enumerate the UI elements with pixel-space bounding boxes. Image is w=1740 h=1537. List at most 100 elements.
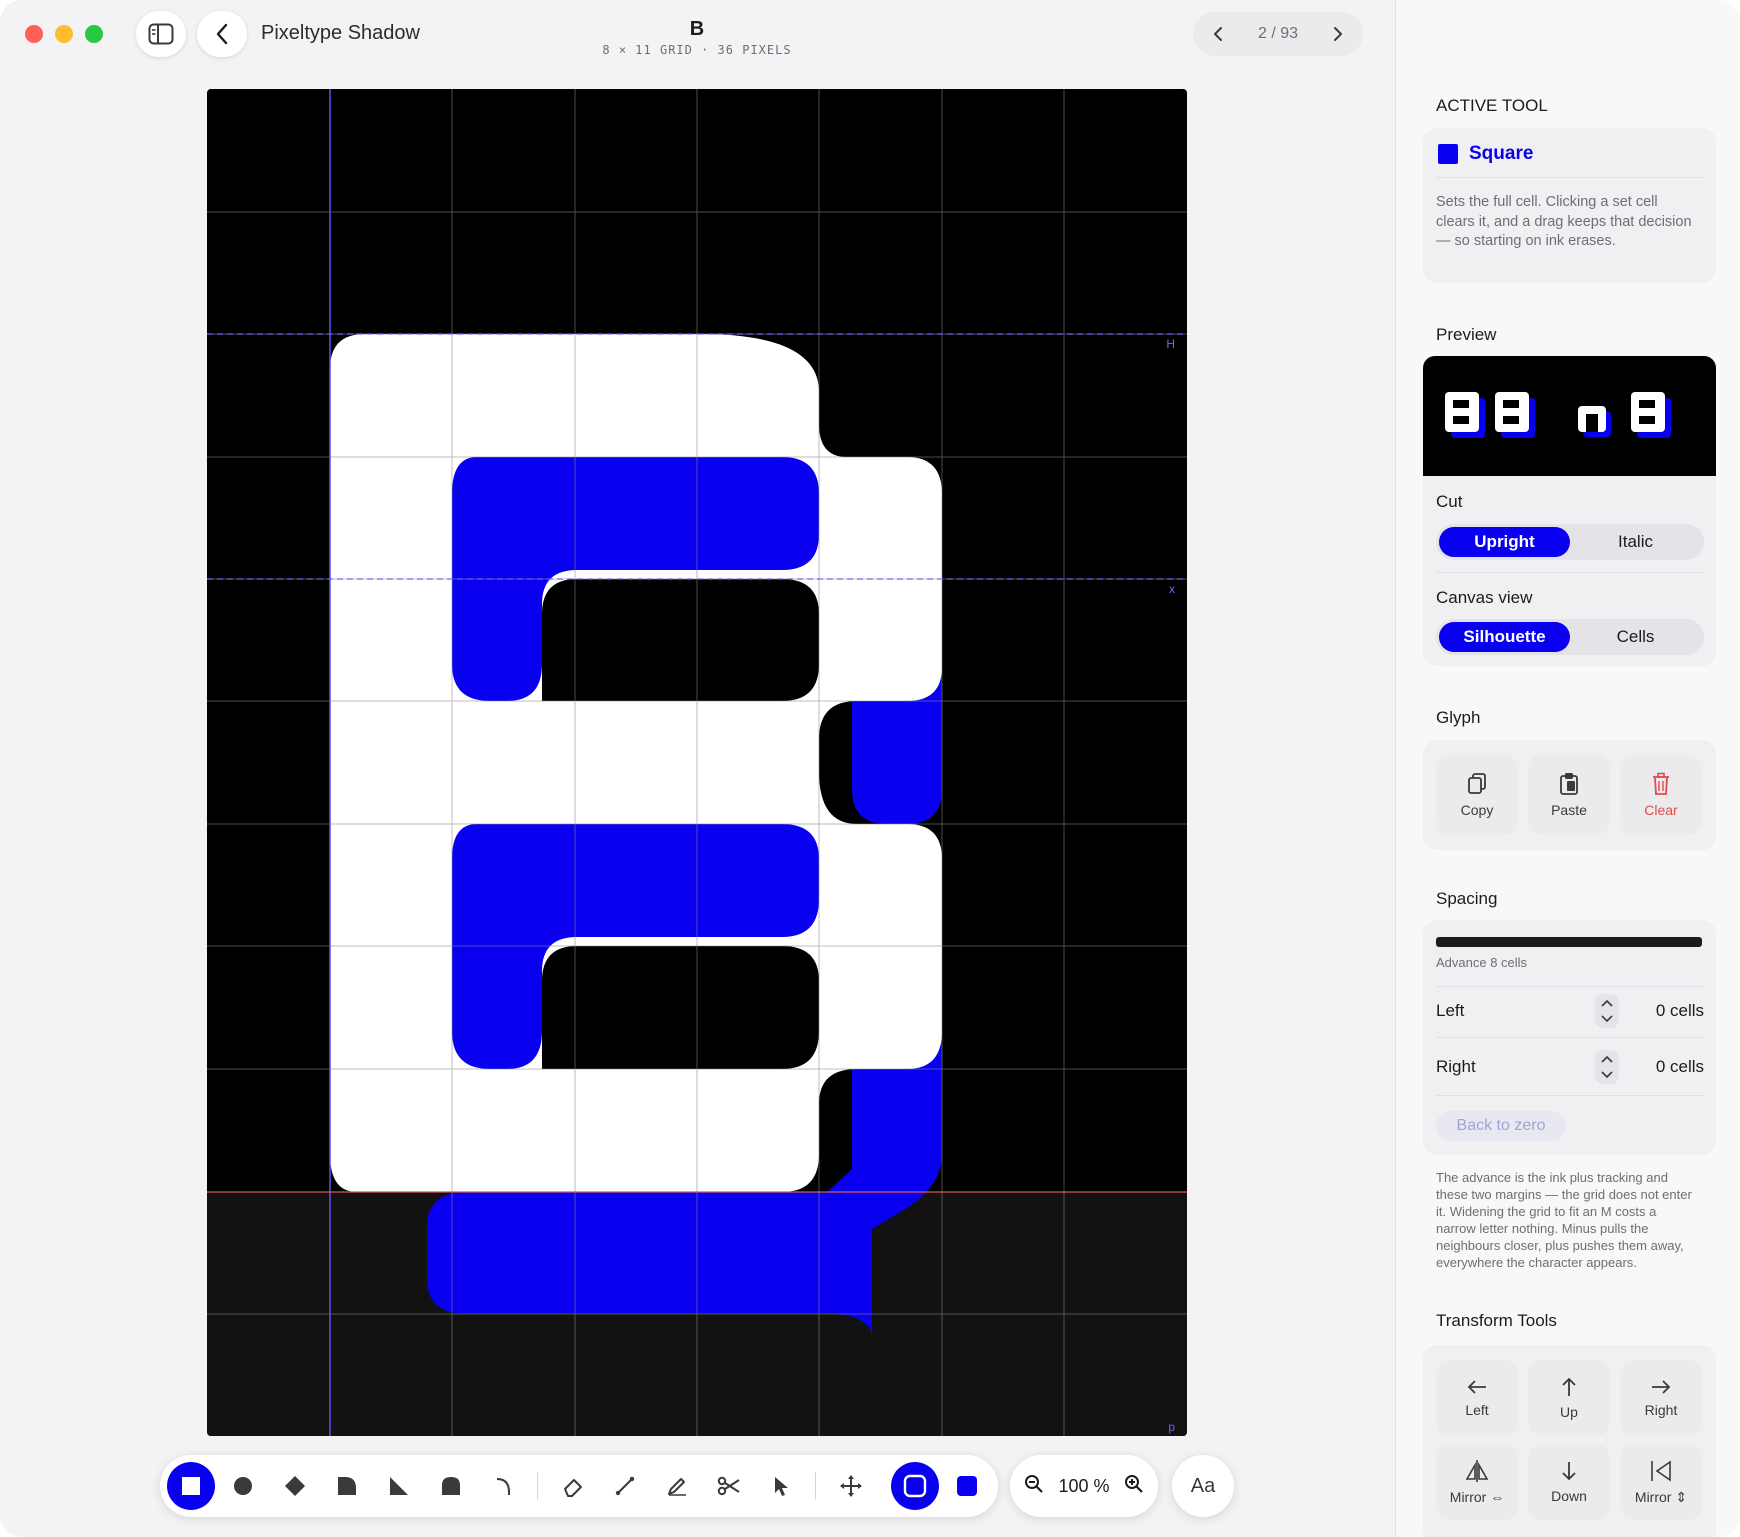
back-to-zero-button[interactable]: Back to zero [1436,1111,1566,1141]
zoom-out-button[interactable] [1024,1474,1044,1499]
mirror-horizontal-label: Mirror ⇔ [1449,1489,1505,1505]
preview-strip [1423,356,1716,476]
transform-heading: Transform Tools [1436,1311,1557,1330]
grid-info: 8 × 11 GRID · 36 PIXELS [602,43,792,57]
line-icon [615,1476,635,1496]
arrow-right-icon [1652,1380,1671,1394]
mirror-vertical-label: Mirror ⇕ [1634,1488,1688,1505]
scissors-tool-button[interactable] [705,1462,753,1510]
mirror-vertical-icon [1651,1459,1671,1482]
solid-fill-button[interactable] [943,1462,991,1510]
shift-up-button[interactable]: Up [1528,1360,1610,1436]
shift-right-button[interactable]: Right [1620,1360,1702,1436]
zoom-in-button[interactable] [1124,1474,1144,1499]
line-tool-button[interactable] [601,1462,649,1510]
minimize-window-button[interactable] [55,25,73,43]
mirror-horizontal-icon [1465,1460,1489,1482]
shift-down-label: Down [1551,1488,1587,1504]
active-tool-card: Square Sets the full cell. Clicking a se… [1423,128,1716,283]
inspector-sidebar: ACTIVE TOOL Square Sets the full cell. C… [1395,0,1740,1537]
shift-down-button[interactable]: Down [1528,1444,1610,1520]
square-icon [182,1477,200,1495]
canvas-view-cells-option[interactable]: Cells [1570,622,1701,652]
glyph-canvas[interactable]: H x p [207,89,1187,1436]
x-height-label: x [1169,582,1175,596]
diamond-tool-button[interactable] [271,1462,319,1510]
move-icon [840,1475,862,1497]
paste-glyph-button[interactable]: Paste [1528,755,1610,835]
right-margin-label: Right [1436,1057,1476,1076]
left-margin-value: 0 cells [1655,1001,1704,1020]
cut-heading: Cut [1436,492,1463,511]
app-window: Pixeltype Shadow B 8 × 11 GRID · 36 PIXE… [0,0,1740,1537]
pen-tool-button[interactable] [653,1462,701,1510]
triangle-icon [390,1477,408,1495]
clear-label: Clear [1644,802,1678,818]
shift-left-label: Left [1465,1402,1489,1418]
arrow-down-icon [1562,1462,1576,1481]
next-glyph-button[interactable] [1323,19,1353,49]
left-margin-label: Left [1436,1001,1465,1020]
toggle-sidebar-button[interactable] [136,11,186,57]
canvas-view-silhouette-option[interactable]: Silhouette [1439,622,1570,652]
scissors-icon [717,1476,740,1496]
shift-right-label: Right [1644,1402,1678,1418]
triangle-tool-button[interactable] [375,1462,423,1510]
copy-glyph-button[interactable]: Copy [1436,755,1518,835]
blue-swatch-icon [957,1476,977,1496]
quarter-round-tool-button[interactable] [323,1462,371,1510]
circle-tool-button[interactable] [219,1462,267,1510]
glyph-counter: 2 / 93 [1257,25,1299,42]
arch-tool-button[interactable] [427,1462,475,1510]
glyph-canvas-drawing[interactable]: H x p [207,89,1187,1436]
select-tool-button[interactable] [757,1462,805,1510]
eraser-icon [564,1479,582,1497]
sidebar-icon [148,23,174,45]
advance-bar [1436,937,1702,947]
glyph-heading: Glyph [1436,708,1481,727]
app-title: Pixeltype Shadow [261,22,420,44]
corner-tool-button[interactable] [479,1462,527,1510]
close-window-button[interactable] [25,25,43,43]
move-tool-button[interactable] [827,1462,875,1510]
spacing-card: Advance 8 cells Left 0 cells Right 0 cel… [1423,920,1716,1155]
spacing-heading: Spacing [1436,889,1498,908]
preview-text-image [1445,392,1671,438]
zoom-control: 100 % [1010,1455,1158,1517]
chevron-left-icon [1214,27,1222,41]
active-tool-description: Sets the full cell. Clicking a set cell … [1436,194,1692,249]
cut-upright-option[interactable]: Upright [1439,527,1570,557]
back-button[interactable] [197,11,247,57]
active-tool-heading: ACTIVE TOOL [1436,96,1548,115]
clear-glyph-button[interactable]: Clear [1620,755,1702,835]
shift-up-label: Up [1560,1404,1578,1420]
cut-segmented-control: Upright Italic [1436,524,1704,560]
canvas-view-heading: Canvas view [1436,588,1533,607]
trash-icon [1653,772,1669,795]
outline-fill-button[interactable] [891,1462,939,1510]
arrow-up-icon [1562,1377,1576,1396]
zoom-window-button[interactable] [85,25,103,43]
cursor-icon [775,1477,788,1496]
paste-label: Paste [1551,802,1587,818]
cap-height-label: H [1166,337,1175,351]
mirror-vertical-button[interactable]: Mirror ⇕ [1620,1444,1702,1520]
rounded-square-outline-icon [903,1474,927,1498]
glyph-pager: 2 / 93 [1193,12,1363,56]
shift-left-button[interactable]: Left [1436,1360,1518,1436]
font-preview-button[interactable]: Aa [1172,1455,1234,1517]
cut-italic-option[interactable]: Italic [1570,527,1701,557]
previous-glyph-button[interactable] [1203,19,1233,49]
preview-heading: Preview [1436,325,1497,344]
square-tool-button[interactable] [167,1462,215,1510]
quarter-round-icon [338,1477,356,1495]
arrow-left-icon [1467,1380,1486,1394]
right-margin-value: 0 cells [1655,1057,1704,1076]
descender-label: p [1168,1420,1175,1434]
circle-icon [234,1477,252,1495]
spacing-note: The advance is the ink plus tracking and… [1436,1170,1692,1270]
eraser-tool-button[interactable] [549,1462,597,1510]
mirror-horizontal-button[interactable]: Mirror ⇔ [1436,1444,1518,1520]
diamond-icon [285,1476,305,1496]
copy-icon [1468,773,1486,794]
